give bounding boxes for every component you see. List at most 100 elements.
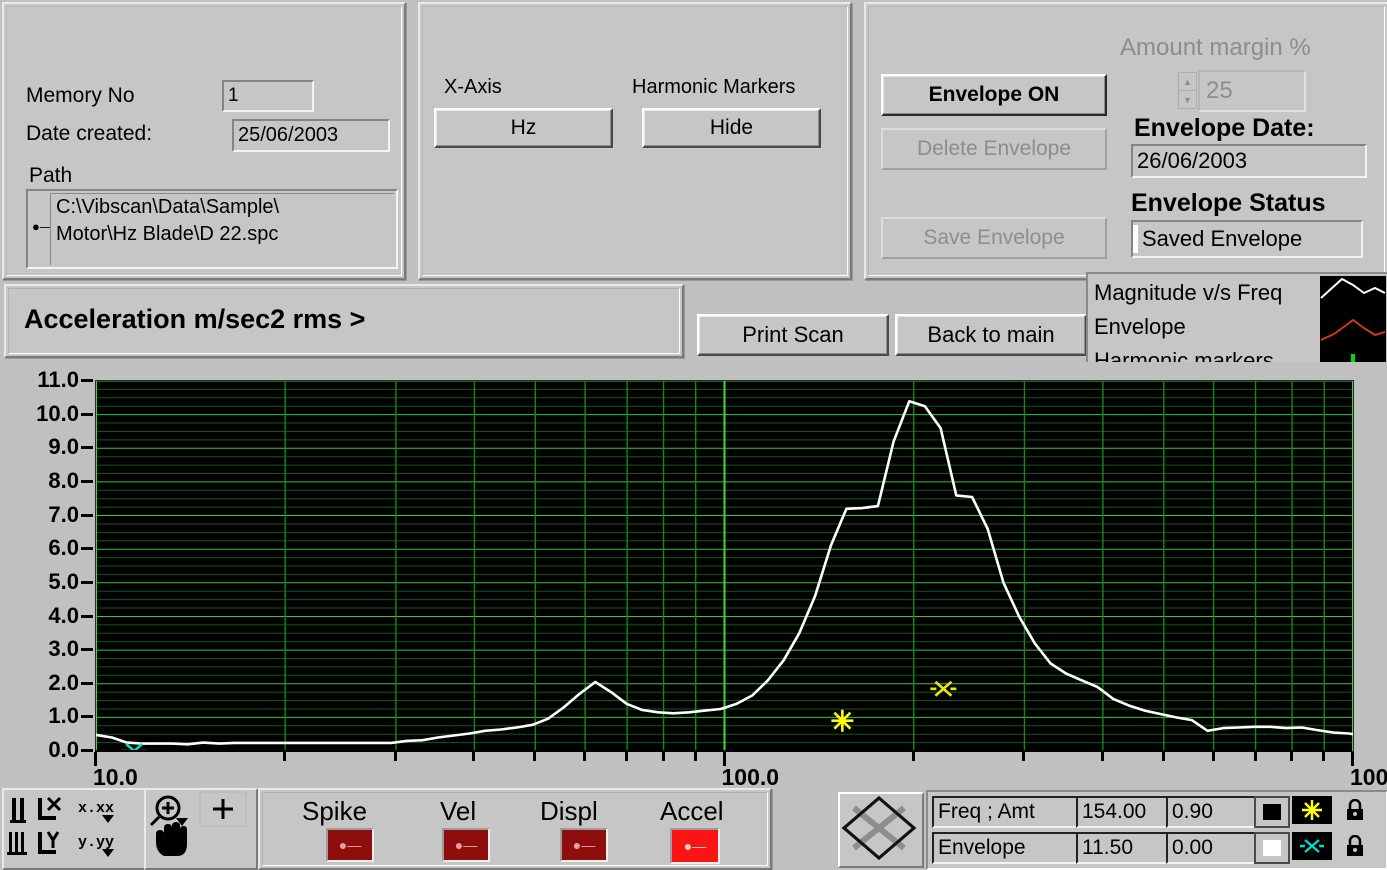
scale-x-icon[interactable] [10, 798, 26, 823]
cursor-move-pad[interactable] [838, 792, 924, 868]
y-tick-mark [81, 648, 93, 652]
cursor-marker-style-2[interactable] [1292, 832, 1332, 860]
status-cursor-bar [1133, 225, 1138, 253]
path-node-icon: ●— [32, 219, 53, 234]
x-tick-minor [1253, 752, 1257, 761]
spectrum-graph[interactable]: 0.0 1.0 2.0 3.0 4.0 5.0 6.0 7.0 8.0 9.0 10.0 11.0 1… [0, 362, 1387, 790]
svg-text:y.yy: y.yy [78, 834, 114, 851]
cursor-x-field-2[interactable]: 11.50 [1076, 832, 1170, 864]
envelope-on-button[interactable]: Envelope ON [881, 74, 1107, 116]
signal-led-accel[interactable]: ●— [670, 828, 720, 864]
stepper-up-icon: ▲ [1178, 72, 1197, 91]
zoom-pan-icons[interactable] [146, 790, 252, 864]
cursor-lock-2[interactable] [1338, 832, 1372, 860]
cursor-x-field-1[interactable]: 154.00 [1076, 796, 1170, 828]
y-tick-label: 7.0 [48, 501, 79, 527]
x-tick-minor [1211, 752, 1215, 761]
amount-margin-field: 25 [1198, 70, 1306, 112]
cursor-name-field-2[interactable]: Envelope [932, 832, 1078, 864]
cursor-row-freq-amt[interactable]: Freq ; Amt 154.00 0.90 [932, 796, 1380, 828]
back-to-main-button[interactable]: Back to main [895, 314, 1087, 356]
y-tick-label: 0.0 [48, 737, 79, 762]
cursor-marker-0 [831, 709, 854, 732]
y-format-icon[interactable]: y.yy [78, 834, 114, 857]
cursor-row-envelope[interactable]: Envelope 11.50 0.00 [932, 832, 1380, 864]
y-axis-labels: 0.0 1.0 2.0 3.0 4.0 5.0 6.0 7.0 8.0 9.0 10.0 11.0 [0, 362, 95, 782]
x-axis-ruler: 10.0 100.0 1000.0 [93, 750, 1387, 790]
lock-x-icon[interactable] [38, 796, 62, 820]
legend-item-magnitude[interactable]: Magnitude v/s Freq [1094, 276, 1316, 310]
y-tick-label: 9.0 [48, 434, 79, 460]
signal-led-spike[interactable]: ●— [326, 828, 374, 862]
cursor-legend: Freq ; Amt 154.00 0.90 Envelope 11.50 0.… [926, 790, 1387, 870]
y-tick-label: 6.0 [48, 535, 79, 561]
cursor-move-pad-icon[interactable] [840, 794, 918, 862]
graph-palette-icons[interactable]: x.xx y.yy [4, 790, 140, 864]
date-created-label: Date created: [26, 122, 153, 145]
y-tick-label: 4.0 [48, 602, 79, 628]
pan-hand-icon[interactable] [156, 822, 187, 856]
lock-y-icon[interactable] [38, 831, 60, 854]
envelope-status-text: Saved Envelope [1142, 226, 1303, 251]
signal-led-displ[interactable]: ●— [560, 828, 608, 862]
signal-buttons-row: Spike ●— Vel ●— Displ ●— Accel ●— [260, 790, 770, 868]
signal-led-vel[interactable]: ●— [442, 828, 490, 862]
star-cursor-icon [1302, 800, 1322, 820]
cursor-color-swatch-1[interactable] [1254, 796, 1290, 828]
harmonic-markers-toggle-button[interactable]: Hide [642, 108, 821, 148]
x-tick-minor [583, 752, 587, 761]
zoom-icon[interactable] [149, 795, 188, 827]
path-label: Path [29, 164, 73, 187]
cursor-marker-style-1[interactable] [1292, 796, 1332, 824]
y-tick-mark [81, 513, 93, 517]
y-tick-label: 3.0 [48, 636, 79, 662]
signal-label-accel: Accel [660, 796, 724, 826]
x-cursor-icon [1300, 839, 1324, 853]
x-tick-label: 100.0 [721, 764, 780, 790]
x-tick-minor [661, 752, 665, 761]
print-scan-button[interactable]: Print Scan [697, 314, 889, 356]
x-tick-minor [1322, 752, 1326, 761]
stepper-down-icon: ▼ [1178, 90, 1197, 109]
led-glyph-icon: ●— [572, 837, 596, 853]
x-tick-minor [533, 752, 537, 761]
y-tick-label: 1.0 [48, 703, 79, 729]
y-tick-mark [81, 547, 93, 551]
units-selector-panel[interactable]: Acceleration m/sec2 rms > [4, 284, 684, 358]
y-tick-label: 5.0 [48, 568, 79, 594]
cursor-color-swatch-2[interactable] [1254, 832, 1290, 864]
path-field[interactable]: ●— C:\Vibscan\Data\Sample\ Motor\Hz Blad… [26, 189, 398, 269]
cursor-lock-1[interactable] [1338, 796, 1372, 824]
axis-control-panel: X-Axis Hz Harmonic Markers Hide [418, 2, 852, 280]
units-selector-label: Acceleration m/sec2 rms > [24, 304, 366, 334]
plot-svg [96, 381, 1353, 751]
memory-no-field[interactable]: 1 [222, 80, 314, 112]
y-tick-mark [81, 715, 93, 719]
y-tick-mark [81, 446, 93, 450]
legend-label-envelope: Envelope [1094, 314, 1186, 339]
legend-item-envelope[interactable]: Envelope [1094, 310, 1316, 344]
cursor-y-field-1[interactable]: 0.90 [1166, 796, 1256, 828]
y-tick-label: 8.0 [48, 467, 79, 493]
harmonic-markers-label: Harmonic Markers [632, 76, 796, 98]
path-line-2: Motor\Hz Blade\D 22.spc [56, 223, 279, 245]
cursor-y-field-2[interactable]: 0.00 [1166, 832, 1256, 864]
y-tick-mark [81, 412, 93, 416]
cursor-name-field-1[interactable]: Freq ; Amt [932, 796, 1078, 828]
crosshair-icon[interactable] [199, 791, 247, 827]
x-format-icon[interactable]: x.xx [78, 800, 114, 823]
envelope-status-label: Envelope Status [1131, 189, 1326, 217]
x-tick-label: 10.0 [93, 764, 138, 790]
x-tick-minor [1161, 752, 1165, 761]
x-tick-minor [911, 752, 915, 761]
memory-no-label: Memory No [26, 84, 135, 107]
y-tick-mark [81, 749, 93, 752]
x-axis-unit-button[interactable]: Hz [434, 108, 613, 148]
scale-y-icon[interactable] [7, 832, 27, 855]
x-tick-minor [1290, 752, 1294, 761]
plot-area[interactable] [95, 380, 1354, 752]
y-tick-mark [81, 379, 93, 382]
envelope-date-label: Envelope Date: [1134, 114, 1315, 142]
memory-info-panel: Memory No 1 Date created: 25/06/2003 Pat… [2, 2, 406, 280]
amount-margin-label: Amount margin % [1120, 34, 1311, 61]
